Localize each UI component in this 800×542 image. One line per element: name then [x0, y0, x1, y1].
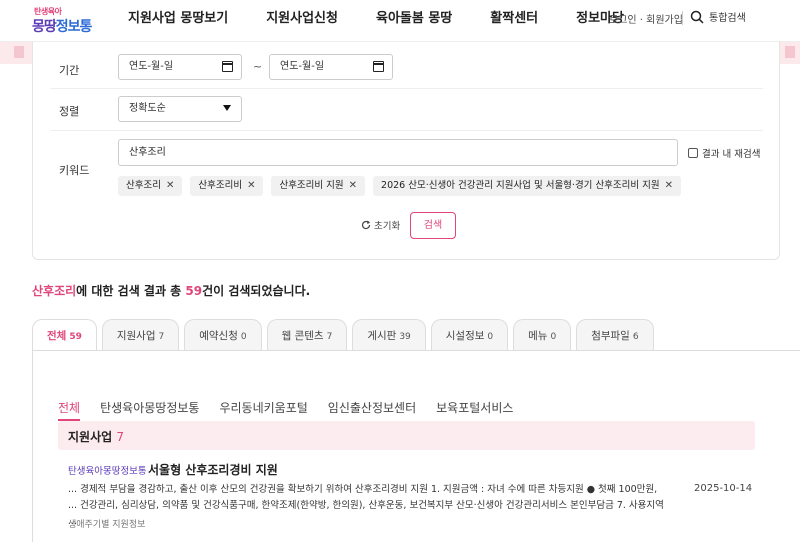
keyword-label: 키워드	[59, 164, 90, 177]
chip-label: 산후조리비 지원	[279, 180, 344, 191]
subtab-mongddang[interactable]: 탄생육아몽땅정보통	[100, 399, 199, 421]
close-icon[interactable]: ✕	[166, 176, 174, 196]
subtab-all[interactable]: 전체	[58, 399, 81, 421]
search-within-checkbox[interactable]	[688, 148, 698, 158]
band-decoration	[785, 46, 795, 58]
divider	[51, 130, 763, 131]
global-search-label: 통합검색	[709, 13, 746, 24]
util-divider	[682, 11, 683, 25]
tab-web-content[interactable]: 웹 콘텐츠 7	[266, 319, 348, 351]
refresh-icon	[361, 220, 371, 230]
keyword-chip[interactable]: 산후조리비 지원 ✕	[271, 176, 366, 196]
result-title-link[interactable]: 서울형 산후조리경비 지원	[148, 461, 278, 478]
divider	[51, 88, 763, 89]
search-button[interactable]: 검색	[410, 212, 456, 239]
end-date-input[interactable]: 연도-월-일	[269, 54, 393, 80]
source-subtabs: 전체 탄생육아몽땅정보통 우리동네키움포털 임신출산정보센터 보육포털서비스	[58, 399, 513, 421]
search-icon	[690, 10, 704, 24]
date-range-separator: ~	[253, 60, 263, 73]
search-filter-panel: 기간 연도-월-일 ~ 연도-월-일 정렬 정확도순 키워드 산후조리 결과 내…	[32, 42, 780, 260]
result-summary: 산후조리에 대한 검색 결과 총 59건이 검색되었습니다.	[32, 284, 311, 298]
global-search-button[interactable]: 통합검색	[690, 9, 746, 24]
nav-item-support-all[interactable]: 지원사업 몽땅보기	[128, 0, 228, 40]
result-snippet: ... 경제적 부담을 경감하고, 출산 이후 산모의 건강권을 확보하기 위하…	[68, 484, 664, 527]
nav-item-childcare[interactable]: 육아돌봄 몽땅	[376, 0, 452, 40]
calendar-icon	[373, 61, 384, 72]
tab-reservation[interactable]: 예약신청 0	[184, 319, 262, 351]
tab-board[interactable]: 게시판 39	[352, 319, 426, 351]
tab-attachment[interactable]: 첨부파일 6	[576, 319, 654, 351]
site-header: 탄생육아 몽땅정보통 지원사업 몽땅보기 지원사업신청 육아돌봄 몽땅 활짝센터…	[0, 0, 800, 42]
chip-label: 산후조리	[126, 180, 161, 191]
start-date-placeholder: 연도-월-일	[129, 61, 174, 72]
keyword-chip[interactable]: 산후조리비 ✕	[190, 176, 264, 196]
chip-label: 산후조리비	[198, 180, 243, 191]
section-title: 지원사업 7	[68, 430, 124, 444]
section-header: 지원사업 7	[58, 421, 755, 450]
subtab-childcare-portal[interactable]: 보육포털서비스	[436, 399, 513, 421]
sort-label: 정렬	[59, 105, 80, 118]
close-icon[interactable]: ✕	[349, 176, 357, 196]
start-date-input[interactable]: 연도-월-일	[118, 54, 242, 80]
keyword-chip[interactable]: 2026 산모·신생아 건강관리 지원사업 및 서울형·경기 산후조리비 지원 ✕	[373, 176, 682, 196]
search-within-results[interactable]: 결과 내 재검색	[688, 146, 760, 160]
reset-label: 초기화	[374, 221, 401, 232]
close-icon[interactable]: ✕	[665, 176, 673, 196]
search-within-label: 결과 내 재검색	[702, 149, 761, 160]
keyword-input[interactable]: 산후조리	[118, 139, 678, 166]
site-logo[interactable]: 탄생육아 몽땅정보통	[32, 4, 102, 38]
result-category: 생애주기별 지원정보	[68, 520, 146, 530]
tab-support[interactable]: 지원사업 7	[101, 319, 180, 351]
result-date: 2025-10-14	[694, 483, 753, 494]
login-link[interactable]: 로그인 · 회원가입	[609, 11, 683, 26]
sort-select[interactable]: 정확도순	[118, 96, 242, 122]
main-nav: 지원사업 몽땅보기 지원사업신청 육아돌봄 몽땅 활짝센터 정보마당	[128, 0, 662, 40]
keyword-chip[interactable]: 산후조리 ✕	[118, 176, 183, 196]
nav-item-support-apply[interactable]: 지원사업신청	[266, 0, 338, 40]
nav-item-center[interactable]: 활짝센터	[490, 0, 538, 40]
subtab-kium[interactable]: 우리동네키움포털	[219, 399, 307, 421]
result-source: 탄생육아몽땅정보통	[68, 466, 147, 477]
calendar-icon	[222, 61, 233, 72]
tab-all[interactable]: 전체 59	[32, 319, 97, 351]
caret-down-icon	[223, 105, 231, 111]
period-label: 기간	[59, 64, 80, 77]
close-icon[interactable]: ✕	[247, 176, 255, 196]
end-date-placeholder: 연도-월-일	[280, 61, 325, 72]
logo-line2: 몽땅정보통	[32, 19, 92, 35]
reset-button[interactable]: 초기화	[361, 218, 400, 232]
subtab-pregnancy[interactable]: 임신출산정보센터	[328, 399, 416, 421]
chip-label: 2026 산모·신생아 건강관리 지원사업 및 서울형·경기 산후조리비 지원	[381, 180, 660, 191]
keyword-chips: 산후조리 ✕ 산후조리비 ✕ 산후조리비 지원 ✕ 2026 산모·신생아 건강관리 …	[118, 176, 682, 196]
band-decoration	[14, 46, 24, 58]
tab-facility[interactable]: 시설정보 0	[430, 319, 509, 351]
sort-selected-value: 정확도순	[129, 103, 166, 114]
result-tabs: 전체 59 지원사업 7 예약신청 0 웹 콘텐츠 7 게시판 39 시설정보 0 메뉴 0 …	[32, 319, 654, 351]
tab-menu[interactable]: 메뉴 0	[513, 319, 572, 351]
